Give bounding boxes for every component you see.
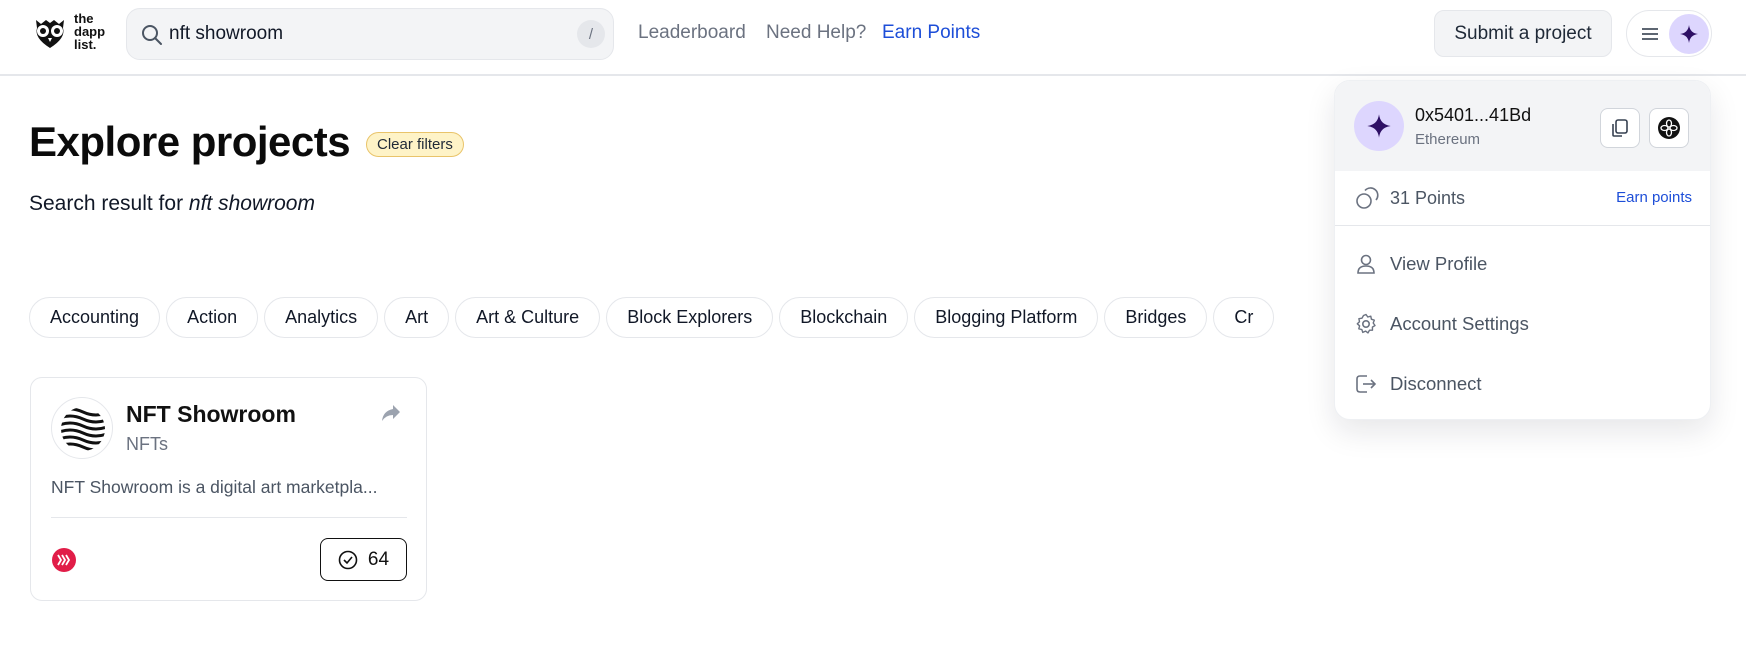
project-title[interactable]: NFT Showroom <box>126 401 296 428</box>
points-label: 31 Points <box>1390 188 1466 208</box>
search-icon <box>142 25 162 45</box>
menu-item-account-settings[interactable]: Account Settings <box>1335 299 1710 349</box>
category-chip[interactable]: Accounting <box>29 297 161 338</box>
top-header: the dapp list. / Leaderboard Need Help? … <box>0 0 1746 76</box>
owl-logo-icon <box>36 19 64 48</box>
menu-item-label: Account Settings <box>1390 313 1529 334</box>
points-row: 31 Points Earn points <box>1335 171 1710 226</box>
points-coins-icon <box>1356 187 1379 209</box>
category-chip[interactable]: Block Explorers <box>606 297 774 338</box>
category-filter-bar: Accounting Action Analytics Art Art & Cultur… <box>29 297 1339 339</box>
upvote-count: 64 <box>367 548 390 570</box>
network-icon <box>1658 117 1680 139</box>
project-description: NFT Showroom is a digital art marketpla.… <box>51 477 378 497</box>
menu-item-label: View Profile <box>1390 253 1488 274</box>
nav-earn-points[interactable]: Earn Points <box>882 22 980 44</box>
page-title: Explore projects <box>29 118 351 165</box>
earn-points-link[interactable]: Earn points <box>1616 189 1692 206</box>
wallet-address: 0x5401...41Bd <box>1415 105 1532 125</box>
project-category: NFTs <box>126 434 168 454</box>
share-icon[interactable] <box>381 404 401 422</box>
wallet-summary: 0x5401...41Bd Ethereum <box>1335 81 1710 171</box>
category-chip[interactable]: Action <box>166 297 259 338</box>
menu-item-view-profile[interactable]: View Profile <box>1335 239 1710 289</box>
category-chip[interactable]: Art <box>384 297 450 338</box>
menu-item-label: Disconnect <box>1390 373 1482 394</box>
nav-need-help[interactable]: Need Help? <box>766 22 866 44</box>
hamburger-menu-icon <box>1642 28 1658 40</box>
user-avatar <box>1669 14 1709 54</box>
logo-line-3: list. <box>74 37 97 52</box>
gear-icon <box>1356 313 1376 334</box>
logout-icon <box>1356 375 1377 393</box>
upvote-button[interactable]: 64 <box>320 538 407 581</box>
project-card[interactable]: NFT Showroom NFTs NFT Showroom is a digi… <box>30 377 427 601</box>
sparkle-icon <box>1367 114 1391 138</box>
user-icon <box>1357 254 1375 274</box>
card-divider <box>51 517 407 518</box>
logo-wordmark: the dapp list. <box>74 12 105 51</box>
search-result-summary: Search result for nft showroom <box>29 192 315 216</box>
account-menu-button[interactable] <box>1626 10 1712 57</box>
check-circle-icon <box>338 550 358 569</box>
nav-leaderboard[interactable]: Leaderboard <box>638 22 746 44</box>
nft-showroom-logo-icon <box>61 407 105 451</box>
hive-chain-icon <box>52 548 76 572</box>
result-prefix: Search result for <box>29 192 184 215</box>
account-dropdown: 0x5401...41Bd Ethereum 31 Points Earn po… <box>1334 80 1711 420</box>
category-chip[interactable]: Blogging Platform <box>914 297 1099 338</box>
category-chip[interactable]: Art & Culture <box>455 297 601 338</box>
result-query: nft showroom <box>188 192 315 215</box>
submit-project-button[interactable]: Submit a project <box>1434 10 1612 57</box>
category-chip[interactable]: Bridges <box>1104 297 1208 338</box>
copy-address-button[interactable] <box>1600 108 1640 148</box>
menu-item-disconnect[interactable]: Disconnect <box>1335 359 1710 409</box>
category-chip[interactable]: Blockchain <box>779 297 909 338</box>
wallet-avatar <box>1354 101 1404 151</box>
search-input[interactable] <box>169 19 549 49</box>
sparkle-icon <box>1680 25 1698 43</box>
search-bar[interactable]: / <box>126 8 614 60</box>
copy-icon <box>1612 119 1628 137</box>
category-chip[interactable]: Cr <box>1213 297 1275 338</box>
category-chip[interactable]: Analytics <box>264 297 379 338</box>
project-logo <box>51 397 113 459</box>
clear-filters-button[interactable]: Clear filters <box>366 132 464 157</box>
search-shortcut-hint: / <box>577 20 605 48</box>
network-switch-button[interactable] <box>1649 108 1689 148</box>
wallet-network: Ethereum <box>1415 131 1481 148</box>
dapp-list-logo[interactable]: the dapp list. <box>32 12 105 51</box>
